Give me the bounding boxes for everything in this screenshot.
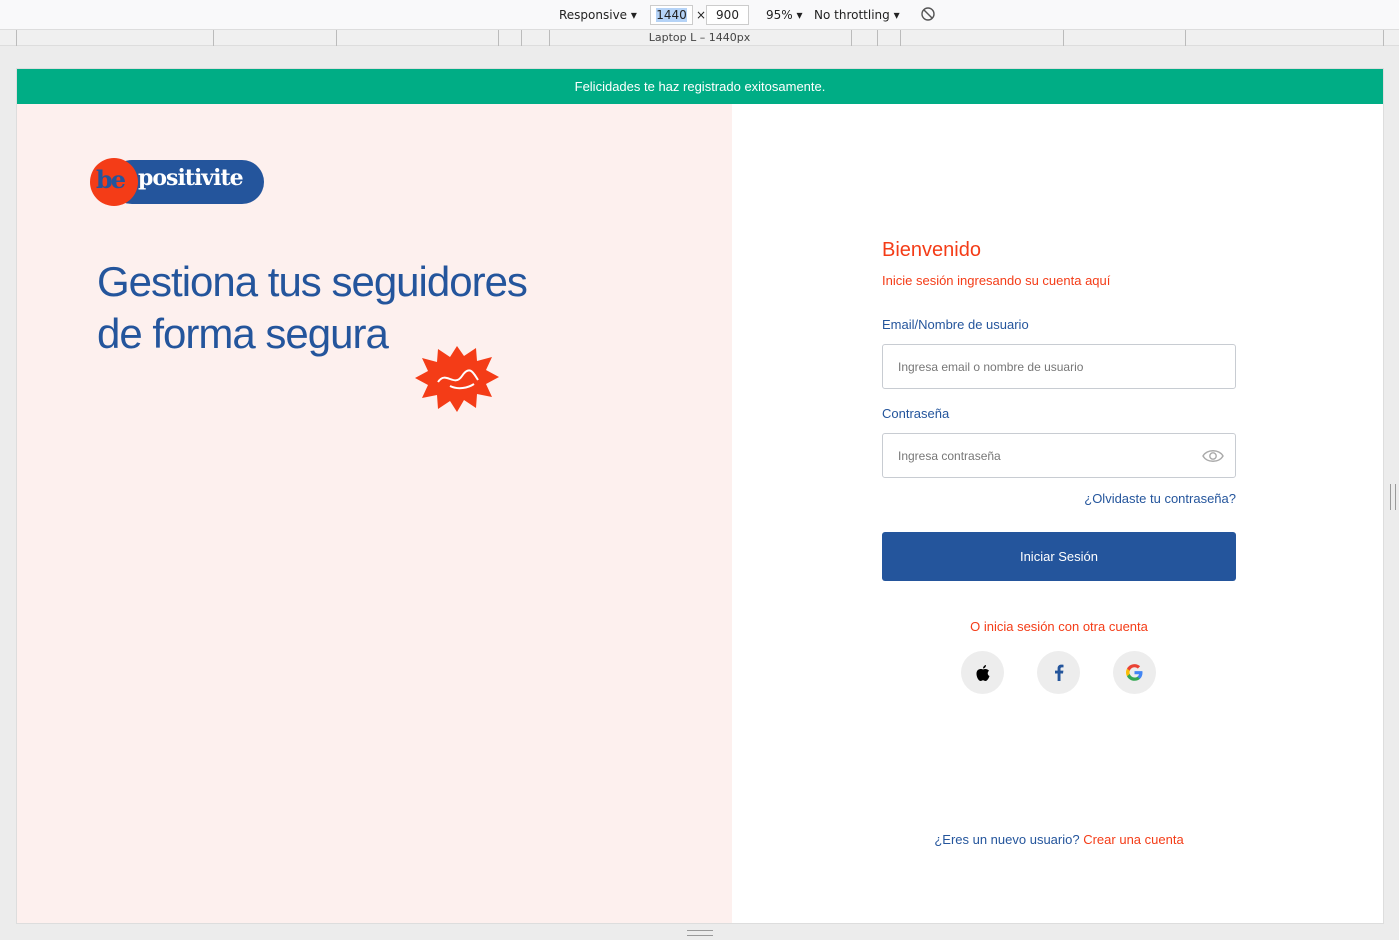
hero-line-1: Gestiona tus seguidores bbox=[97, 258, 528, 305]
other-login-text: O inicia sesión con otra cuenta bbox=[970, 619, 1148, 634]
devtools-toolbar: Responsive ▾ 1440 × 900 95% ▾ No throttl… bbox=[0, 0, 1399, 30]
zoom-label: 95% bbox=[766, 8, 793, 22]
login-button[interactable]: Iniciar Sesión bbox=[882, 532, 1236, 581]
logo-positivite: positivite bbox=[138, 165, 244, 191]
resize-handle-right[interactable] bbox=[1390, 484, 1396, 510]
forgot-password-link[interactable]: ¿Olvidaste tu contraseña? bbox=[1084, 491, 1236, 506]
device-select[interactable]: Responsive ▾ bbox=[559, 8, 637, 22]
signup-prompt: ¿Eres un nuevo usuario? Crear una cuenta bbox=[882, 832, 1236, 847]
eye-icon[interactable] bbox=[1202, 447, 1224, 465]
device-ruler: Laptop L – 1440px bbox=[0, 30, 1399, 46]
google-icon bbox=[1126, 664, 1143, 681]
logo-be: be bbox=[96, 165, 126, 194]
password-input[interactable] bbox=[898, 446, 1198, 466]
width-input[interactable]: 1440 bbox=[650, 5, 693, 25]
facebook-login-button[interactable] bbox=[1037, 651, 1080, 694]
hero-line-2: de forma segura bbox=[97, 310, 389, 357]
throttling-label: No throttling bbox=[814, 8, 890, 22]
apple-icon bbox=[975, 664, 989, 681]
email-field[interactable] bbox=[882, 344, 1236, 389]
starburst-badge-icon bbox=[415, 346, 499, 412]
hero-headline: Gestiona tus seguidores de forma segura bbox=[97, 256, 597, 360]
apple-login-button[interactable] bbox=[961, 651, 1004, 694]
ruler-label: Laptop L – 1440px bbox=[648, 31, 751, 44]
login-title: Bienvenido bbox=[882, 239, 981, 261]
hero-panel: be positivite Gestiona tus seguidores de… bbox=[17, 104, 732, 923]
rotate-icon[interactable] bbox=[920, 6, 936, 25]
email-input[interactable] bbox=[898, 357, 1198, 377]
width-value: 1440 bbox=[656, 8, 687, 22]
login-panel: Bienvenido Inicie sesión ingresando su c… bbox=[732, 104, 1383, 923]
new-user-text: ¿Eres un nuevo usuario? bbox=[934, 832, 1080, 847]
device-label: Responsive bbox=[559, 8, 628, 22]
password-field[interactable] bbox=[882, 433, 1236, 478]
resize-handle-bottom[interactable] bbox=[687, 930, 713, 936]
brand-logo[interactable]: be positivite bbox=[90, 158, 264, 206]
create-account-link[interactable]: Crear una cuenta bbox=[1083, 832, 1183, 847]
email-label: Email/Nombre de usuario bbox=[882, 317, 1029, 332]
facebook-icon bbox=[1054, 664, 1063, 681]
zoom-select[interactable]: 95% ▾ bbox=[766, 8, 803, 22]
success-alert: Felicidades te haz registrado exitosamen… bbox=[17, 69, 1383, 104]
times-sign: × bbox=[696, 8, 707, 22]
google-login-button[interactable] bbox=[1113, 651, 1156, 694]
throttling-select[interactable]: No throttling ▾ bbox=[814, 8, 900, 22]
page-viewport: Felicidades te haz registrado exitosamen… bbox=[16, 68, 1384, 924]
height-input[interactable]: 900 bbox=[706, 5, 749, 25]
password-label: Contraseña bbox=[882, 406, 950, 421]
login-subtitle: Inicie sesión ingresando su cuenta aquí bbox=[882, 273, 1111, 288]
